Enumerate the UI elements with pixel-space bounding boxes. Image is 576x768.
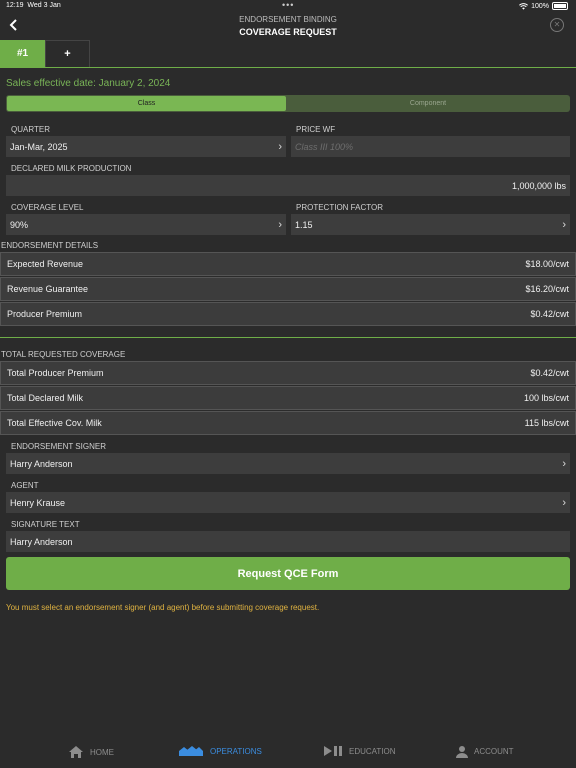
- tab-coverage-1[interactable]: #1: [0, 40, 45, 67]
- nav-home[interactable]: HOME: [68, 745, 114, 759]
- nav-operations[interactable]: OPERATIONS: [178, 745, 262, 757]
- total-requested-title: TOTAL REQUESTED COVERAGE: [1, 350, 126, 359]
- nav-operations-label: OPERATIONS: [210, 746, 262, 756]
- close-button[interactable]: ✕: [550, 18, 564, 32]
- tab-divider: [0, 67, 576, 68]
- row-value: $0.42/cwt: [530, 309, 569, 319]
- status-bar: 12:19 Wed 3 Jan ••• 100%: [0, 0, 576, 12]
- quarter-label: QUARTER: [11, 125, 50, 134]
- section-divider: [0, 337, 576, 338]
- declared-milk-label: DECLARED MILK PRODUCTION: [11, 164, 132, 173]
- row-label: Producer Premium: [7, 309, 83, 319]
- row-value: $0.42/cwt: [530, 368, 569, 378]
- nav-account[interactable]: ACCOUNT: [456, 745, 514, 758]
- operations-icon: [179, 746, 203, 756]
- multitask-dots[interactable]: •••: [282, 0, 294, 10]
- protection-factor-label: PROTECTION FACTOR: [296, 203, 383, 212]
- page-title: COVERAGE REQUEST: [239, 27, 337, 37]
- row-label: Total Declared Milk: [7, 393, 84, 403]
- row-label: Total Producer Premium: [7, 368, 104, 378]
- coverage-level-select[interactable]: 90% ›: [6, 214, 286, 235]
- account-icon: [456, 746, 468, 758]
- table-row: Producer Premium $0.42/cwt: [0, 302, 576, 326]
- signature-text-input[interactable]: Harry Anderson: [6, 531, 570, 552]
- request-qce-form-button[interactable]: Request QCE Form: [6, 557, 570, 590]
- table-row: Total Effective Cov. Milk 115 lbs/cwt: [0, 411, 576, 435]
- nav-education[interactable]: EDUCATION: [323, 745, 396, 757]
- status-right: 100%: [519, 2, 568, 10]
- table-row: Total Declared Milk 100 lbs/cwt: [0, 386, 576, 410]
- quarter-select[interactable]: Jan-Mar, 2025 ›: [6, 136, 286, 157]
- sales-effective-date: Sales effective date: January 2, 2024: [6, 78, 171, 89]
- close-icon: ✕: [553, 20, 561, 29]
- row-label: Total Effective Cov. Milk: [7, 418, 102, 428]
- battery-icon: [552, 2, 568, 10]
- chevron-right-icon: ›: [562, 496, 566, 509]
- agent-value: Henry Krause: [10, 497, 66, 508]
- status-time: 12:19 Wed 3 Jan: [6, 2, 61, 9]
- home-icon: [69, 746, 83, 758]
- row-value: 100 lbs/cwt: [523, 393, 569, 403]
- price-wf-label: PRICE WF: [296, 125, 336, 134]
- nav-home-label: HOME: [90, 747, 114, 757]
- nav-account-label: ACCOUNT: [474, 747, 514, 756]
- header-subtitle: ENDORSEMENT BINDING: [239, 15, 337, 24]
- declared-milk-input[interactable]: 1,000,000 lbs: [6, 175, 570, 196]
- chevron-right-icon: ›: [562, 218, 566, 231]
- battery-percent: 100%: [531, 2, 549, 10]
- row-label: Expected Revenue: [7, 259, 84, 269]
- protection-factor-select[interactable]: 1.15 ›: [291, 214, 570, 235]
- segment-class[interactable]: Class: [7, 96, 286, 111]
- signature-text-label: SIGNATURE TEXT: [11, 520, 80, 529]
- endorsement-signer-label: ENDORSEMENT SIGNER: [11, 442, 106, 451]
- protection-factor-value: 1.15: [295, 219, 313, 230]
- price-wf-field[interactable]: Class III 100%: [291, 136, 570, 157]
- nav-education-label: EDUCATION: [349, 746, 396, 756]
- row-value: $18.00/cwt: [525, 259, 569, 269]
- price-wf-placeholder: Class III 100%: [295, 141, 354, 152]
- table-row: Expected Revenue $18.00/cwt: [0, 252, 576, 276]
- chevron-right-icon: ›: [562, 457, 566, 470]
- coverage-level-value: 90%: [10, 219, 29, 230]
- row-value: $16.20/cwt: [525, 284, 569, 294]
- class-component-segmented-control: Class Component: [6, 95, 570, 112]
- education-icon: [324, 746, 342, 756]
- validation-warning: You must select an endorsement signer (a…: [6, 603, 320, 612]
- wifi-icon: [519, 2, 529, 10]
- segment-component[interactable]: Component: [287, 96, 569, 111]
- row-value: 115 lbs/cwt: [524, 418, 569, 428]
- add-tab-button[interactable]: +: [45, 40, 90, 67]
- signature-text-value: Harry Anderson: [10, 536, 73, 547]
- agent-select[interactable]: Henry Krause ›: [6, 492, 570, 513]
- table-row: Total Producer Premium $0.42/cwt: [0, 361, 576, 385]
- agent-label: AGENT: [11, 481, 39, 490]
- endorsement-signer-value: Harry Anderson: [10, 458, 73, 469]
- chevron-right-icon: ›: [278, 140, 282, 153]
- quarter-value: Jan-Mar, 2025: [10, 141, 68, 152]
- endorsement-details-title: ENDORSEMENT DETAILS: [1, 241, 99, 250]
- declared-milk-value: 1,000,000 lbs: [511, 180, 566, 191]
- coverage-level-label: COVERAGE LEVEL: [11, 203, 84, 212]
- table-row: Revenue Guarantee $16.20/cwt: [0, 277, 576, 301]
- row-label: Revenue Guarantee: [7, 284, 89, 294]
- endorsement-signer-select[interactable]: Harry Anderson ›: [6, 453, 570, 474]
- chevron-right-icon: ›: [278, 218, 282, 231]
